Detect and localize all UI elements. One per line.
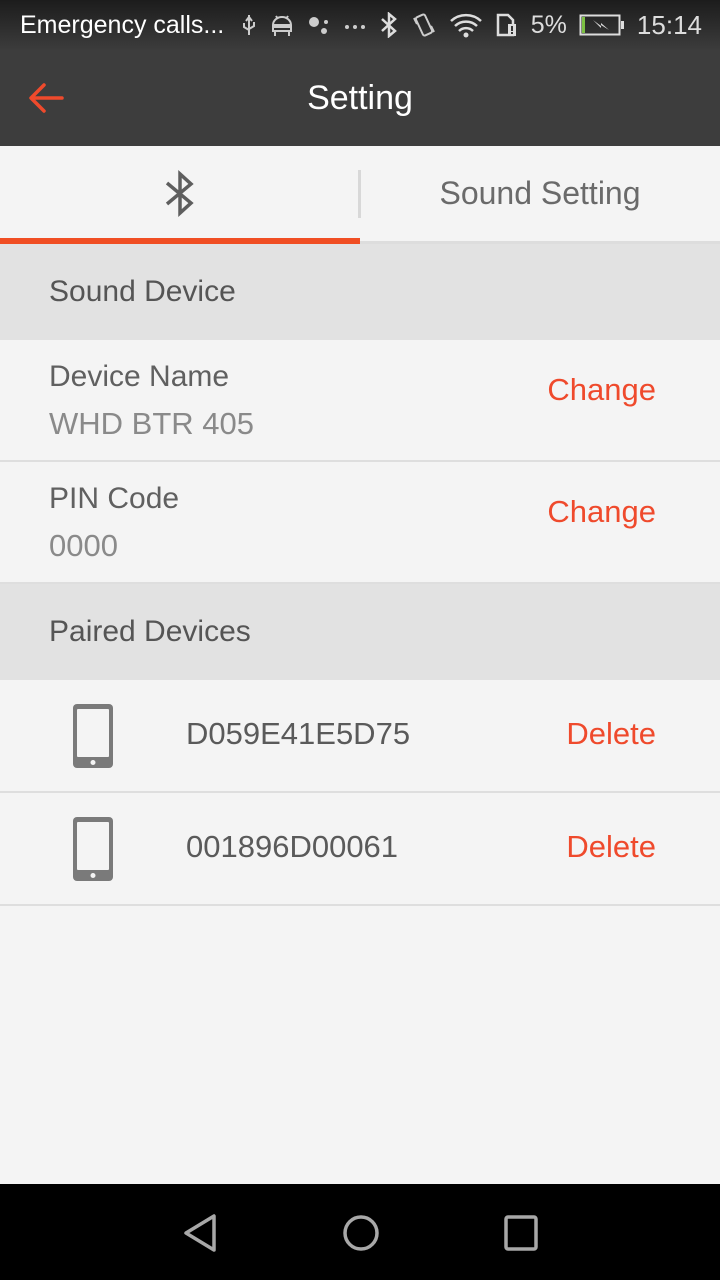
nav-home-icon (343, 1215, 379, 1251)
smartphone-icon (73, 817, 113, 881)
battery-percent: 5% (530, 10, 567, 39)
paired-device-row: D059E41E5D75 Delete (0, 680, 720, 793)
page-title: Setting (307, 78, 413, 117)
setting-row-pin-code: PIN Code 0000 Change (0, 462, 720, 584)
setting-label: Device Name (49, 360, 230, 393)
section-title: Paired Devices (49, 615, 251, 648)
status-icons: 5% 15:14 (241, 10, 702, 41)
app-bar: Setting (0, 50, 720, 146)
device-id: 001896D00061 (186, 829, 399, 864)
paired-device-row: 001896D00061 Delete (0, 793, 720, 906)
section-header-paired-devices: Paired Devices (0, 584, 720, 680)
status-bar: Emergency calls... 5% 15:14 (0, 0, 720, 50)
nav-recents-button[interactable] (500, 1212, 542, 1254)
sim-alert-icon (496, 13, 516, 37)
android-debug-icon (271, 15, 292, 36)
device-id: D059E41E5D75 (186, 716, 411, 751)
tab-sound-setting[interactable]: Sound Setting (360, 146, 720, 241)
nav-back-button[interactable] (180, 1212, 222, 1254)
change-pin-code-button[interactable]: Change (547, 494, 656, 530)
setting-label: PIN Code (49, 482, 180, 515)
section-header-sound-device: Sound Device (0, 244, 720, 340)
delete-device-button[interactable]: Delete (566, 716, 656, 752)
setting-value: WHD BTR 405 (49, 406, 254, 441)
change-device-name-button[interactable]: Change (547, 372, 656, 408)
battery-charging-icon (579, 14, 624, 36)
assistant-icon (308, 17, 328, 34)
bluetooth-icon (380, 12, 397, 38)
smartphone-icon (73, 704, 113, 768)
nav-recents-icon (504, 1215, 538, 1251)
nav-back-icon (184, 1214, 216, 1252)
nav-home-button[interactable] (340, 1212, 382, 1254)
wifi-icon (449, 13, 482, 38)
tab-bluetooth[interactable] (0, 146, 360, 244)
setting-row-device-name: Device Name WHD BTR 405 Change (0, 340, 720, 462)
battery-fill (581, 17, 585, 33)
bluetooth-icon (165, 169, 194, 217)
more-notifications-icon (344, 25, 365, 29)
setting-value: 0000 (49, 528, 118, 563)
system-nav-bar (0, 1184, 720, 1280)
section-title: Sound Device (49, 275, 236, 308)
vibrate-icon (412, 13, 435, 37)
tab-sound-setting-label: Sound Setting (439, 175, 641, 211)
delete-device-button[interactable]: Delete (566, 829, 656, 865)
back-button[interactable] (26, 78, 70, 118)
usb-icon (242, 15, 255, 35)
status-notification-text: Emergency calls... (20, 10, 225, 39)
status-time: 15:14 (636, 9, 702, 40)
arrow-left-icon (29, 83, 64, 113)
tab-bar: Sound Setting (0, 146, 720, 244)
